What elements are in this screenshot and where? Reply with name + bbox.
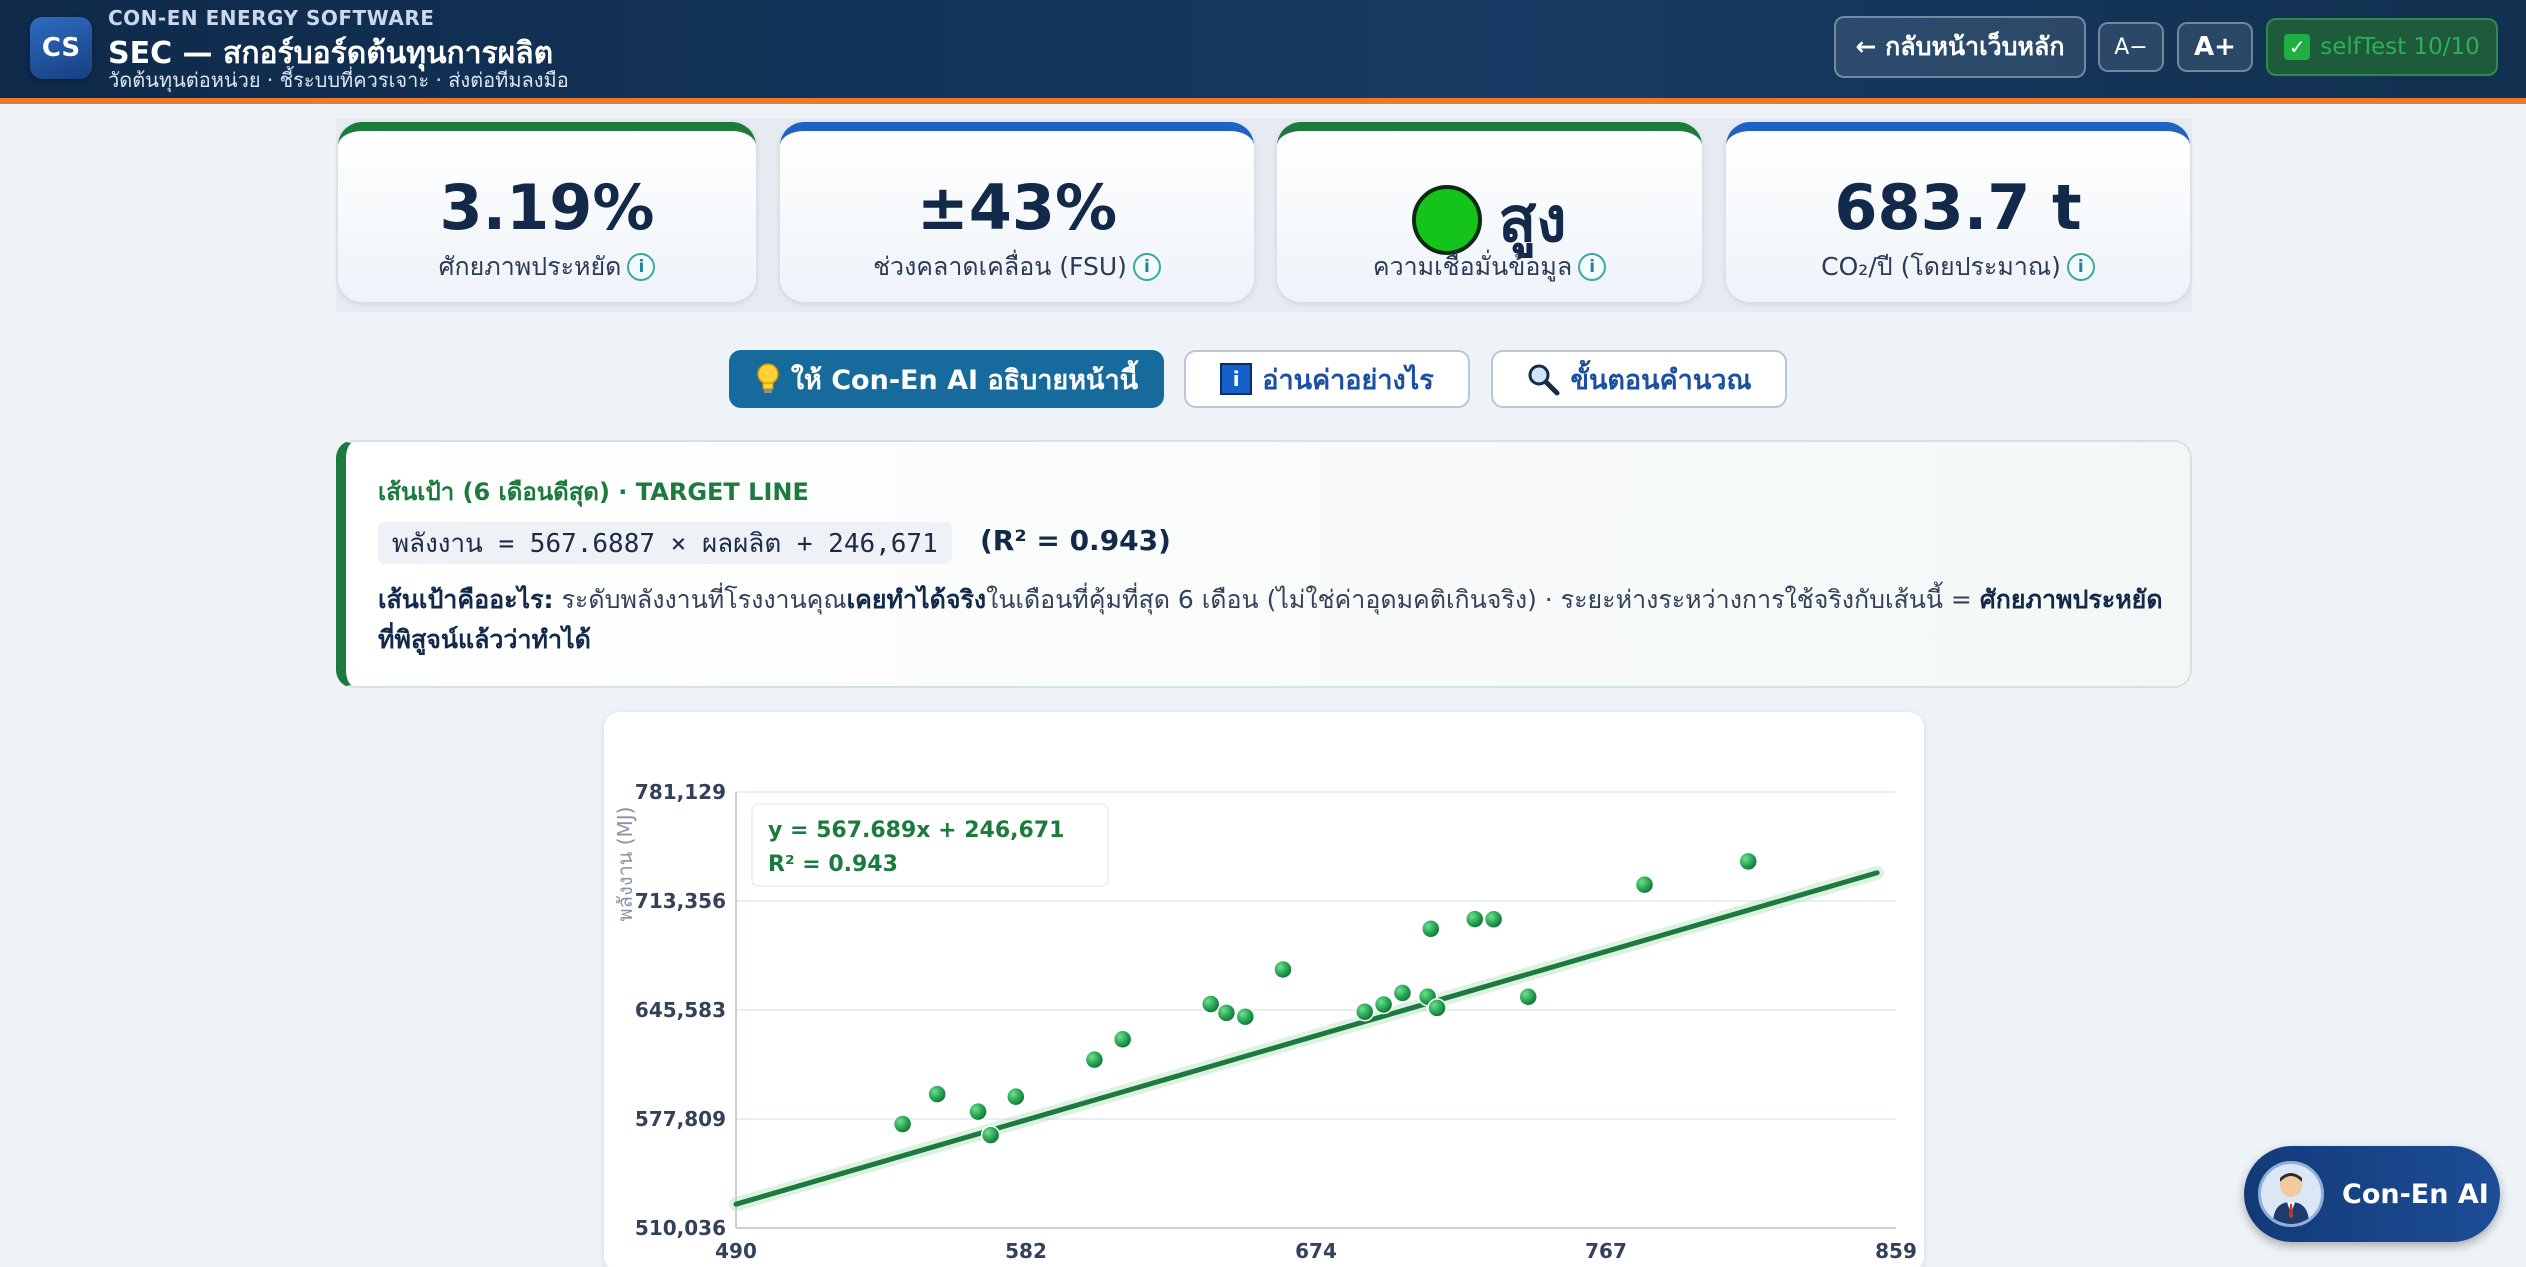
page-tagline: วัดต้นทุนต่อหน่วย · ชี้ระบบที่ควรเจาะ · … bbox=[108, 68, 569, 92]
checkmark-icon: ✓ bbox=[2284, 34, 2311, 60]
confidence-status-dot-icon bbox=[1412, 185, 1483, 255]
fab-label: Con-En AI bbox=[2342, 1178, 2489, 1210]
fit-line bbox=[729, 865, 1885, 1212]
x-tick-label: 767 bbox=[1585, 1239, 1627, 1263]
data-point bbox=[1483, 909, 1504, 930]
data-point bbox=[1465, 909, 1485, 929]
kpi-co2-card: 683.7 t CO₂/ปี (โดยประมาณ) i bbox=[1726, 122, 2190, 302]
annotation-r2: R² = 0.943 bbox=[768, 852, 898, 877]
data-point bbox=[1200, 994, 1221, 1014]
data-point bbox=[980, 1125, 1001, 1145]
scatter-chart: 510,036 577,809 645,583 713,356 781,129 490 58… bbox=[613, 780, 1917, 1263]
data-point bbox=[1373, 994, 1394, 1015]
kpi-label: ช่วงคลาดเคลื่อน (FSU) bbox=[873, 252, 1127, 281]
data-point bbox=[1634, 874, 1655, 895]
data-point bbox=[1006, 1086, 1026, 1107]
info-icon[interactable]: i bbox=[627, 253, 656, 281]
target-heading: เส้นเป้า (6 เดือนดีสุด) · TARGET LINE bbox=[378, 478, 809, 506]
kpi-value: ±43% bbox=[916, 171, 1118, 244]
x-tick-label: 859 bbox=[1875, 1239, 1917, 1263]
kpi-confidence-card: สูง ความเชื่อมั่นข้อมูล i bbox=[1277, 122, 1702, 302]
back-home-button[interactable]: ← กลับหน้าเว็บหลัก bbox=[1834, 16, 2086, 78]
y-tick-label: 645,583 bbox=[635, 998, 726, 1022]
y-tick-label: 713,356 bbox=[635, 889, 726, 913]
desc-text-2: ในเดือนที่คุ้มที่สุด 6 เดือน (ไม่ใช่ค่าอ… bbox=[986, 585, 1980, 614]
kpi-label-row: ความเชื่อมั่นข้อมูล i bbox=[1277, 247, 1702, 287]
data-point bbox=[1235, 1006, 1256, 1027]
y-tick-label: 510,036 bbox=[635, 1216, 726, 1240]
chart-card: 510,036 577,809 645,583 713,356 781,129 490 58… bbox=[604, 712, 1924, 1267]
selftest-button[interactable]: ✓ selfTest 10/10 bbox=[2266, 18, 2498, 76]
data-point bbox=[1420, 919, 1441, 939]
data-point bbox=[1084, 1049, 1105, 1070]
kpi-label: ความเชื่อมั่นข้อมูล bbox=[1372, 252, 1573, 281]
kpi-label-row: ช่วงคลาดเคลื่อน (FSU) i bbox=[780, 247, 1254, 287]
kpi-label: ศักยภาพประหยัด bbox=[438, 252, 622, 281]
kpi-label-row: ศักยภาพประหยัด i bbox=[338, 247, 756, 287]
kpi-value: 683.7 t bbox=[1834, 171, 2082, 244]
target-equation: พลังงาน = 567.6887 × ผลผลิต + 246,671 bbox=[378, 522, 952, 564]
app-logo: CS bbox=[30, 17, 92, 79]
desc-text-1: ระดับพลังงานที่โรงงานคุณ bbox=[553, 585, 847, 614]
selftest-label: selfTest 10/10 bbox=[2320, 34, 2480, 60]
target-line-panel: เส้นเป้า (6 เดือนดีสุด) · TARGET LINE พล… bbox=[336, 440, 2192, 688]
y-axis-label: พลังงาน (MJ) bbox=[613, 807, 637, 922]
info-icon[interactable]: i bbox=[1132, 253, 1161, 281]
x-tick-label: 582 bbox=[1005, 1239, 1047, 1263]
calc-steps-label: ขั้นตอนคำนวณ bbox=[1570, 364, 1752, 396]
data-point bbox=[927, 1084, 947, 1104]
top-bar: CS CON-EN ENERGY SOFTWARE SEC — สกอร์บอร… bbox=[0, 0, 2526, 104]
data-point bbox=[1273, 959, 1293, 980]
target-r2: (R² = 0.943) bbox=[980, 524, 1171, 557]
con-en-ai-fab[interactable]: Con-En AI bbox=[2244, 1146, 2500, 1242]
ai-explain-button[interactable]: ให้ Con-En AI อธิบายหน้านี้ bbox=[729, 350, 1164, 408]
kpi-fsu-card: ±43% ช่วงคลาดเคลื่อน (FSU) i bbox=[780, 122, 1254, 302]
data-point bbox=[1392, 983, 1413, 1003]
calc-steps-button[interactable]: ขั้นตอนคำนวณ bbox=[1491, 350, 1787, 408]
info-icon[interactable]: i bbox=[1578, 253, 1607, 281]
lightbulb-icon bbox=[757, 363, 779, 393]
data-point bbox=[1354, 1001, 1375, 1022]
annotation-equation: y = 567.689x + 246,671 bbox=[768, 818, 1064, 843]
how-to-read-label: อ่านค่าอย่างไร bbox=[1262, 364, 1434, 396]
x-tick-label: 674 bbox=[1295, 1239, 1337, 1263]
kpi-value: 3.19% bbox=[439, 171, 655, 244]
data-point bbox=[892, 1114, 913, 1134]
font-decrease-button[interactable]: A− bbox=[2098, 22, 2164, 72]
y-tick-label: 781,129 bbox=[635, 780, 726, 804]
magnifier-icon bbox=[1528, 364, 1560, 396]
data-point bbox=[1112, 1029, 1133, 1049]
assistant-avatar-icon bbox=[2258, 1161, 2324, 1227]
brand-subtitle: CON-EN ENERGY SOFTWARE bbox=[108, 6, 435, 30]
desc-bold-1: เคยทำได้จริง bbox=[846, 585, 987, 614]
chart-points bbox=[892, 851, 1758, 1145]
kpi-label: CO₂/ปี (โดยประมาณ) bbox=[1821, 252, 2061, 281]
data-point bbox=[1518, 987, 1538, 1007]
font-increase-button[interactable]: A+ bbox=[2177, 22, 2253, 72]
x-tick-label: 490 bbox=[715, 1239, 757, 1263]
fit-annotation: y = 567.689x + 246,671 R² = 0.943 bbox=[751, 803, 1109, 887]
data-point bbox=[1216, 1003, 1237, 1023]
desc-lead: เส้นเป้าคืออะไร: bbox=[378, 585, 554, 614]
y-tick-label: 577,809 bbox=[635, 1107, 726, 1131]
info-square-icon: i bbox=[1220, 363, 1253, 395]
data-point bbox=[968, 1101, 988, 1122]
kpi-label-row: CO₂/ปี (โดยประมาณ) i bbox=[1726, 247, 2190, 287]
how-to-read-button[interactable]: i อ่านค่าอย่างไร bbox=[1184, 350, 1470, 408]
fit-line-stroke bbox=[733, 870, 1880, 1207]
data-point bbox=[1427, 998, 1447, 1018]
target-description: เส้นเป้าคืออะไร: ระดับพลังงานที่โรงงานคุ… bbox=[378, 580, 2168, 660]
data-point bbox=[1738, 851, 1758, 872]
info-icon[interactable]: i bbox=[2066, 253, 2095, 281]
ai-explain-label: ให้ Con-En AI อธิบายหน้านี้ bbox=[790, 364, 1139, 396]
kpi-savings-card: 3.19% ศักยภาพประหยัด i bbox=[338, 122, 756, 302]
